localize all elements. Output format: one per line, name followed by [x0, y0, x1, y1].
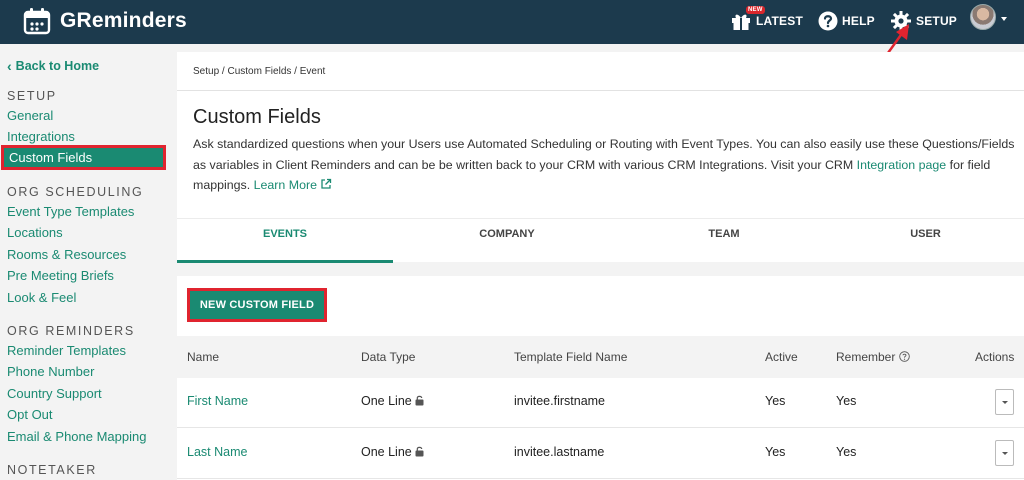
remember-label: Remember [836, 350, 896, 364]
template-field-name: invitee.lastname [514, 445, 605, 459]
breadcrumb: Setup / Custom Fields / Event [193, 66, 326, 77]
field-data-type: One Line [361, 394, 424, 408]
external-link-icon [321, 178, 332, 189]
chevron-down-icon[interactable] [1001, 17, 1007, 21]
lock-icon [415, 446, 424, 457]
active-value: Yes [765, 394, 786, 408]
field-data-type: One Line [361, 445, 424, 459]
learn-more-label: Learn More [253, 178, 317, 192]
question-circle-icon [818, 11, 838, 31]
user-avatar[interactable] [970, 4, 996, 30]
table-header: Name Data Type Template Field Name Activ… [177, 336, 1024, 378]
sidebar-item-look-feel[interactable]: Look & Feel [7, 290, 76, 305]
chevron-left-icon: ‹ [7, 58, 12, 74]
page-title: Custom Fields [193, 106, 321, 128]
latest-nav-item[interactable]: NEW LATEST [730, 6, 803, 36]
sidebar-item-event-type-templates[interactable]: Event Type Templates [7, 204, 134, 219]
tab-team[interactable]: TEAM [621, 219, 827, 263]
data-type-label: One Line [361, 394, 412, 408]
remember-value: Yes [836, 394, 857, 408]
table-row: Last Name One Line invitee.lastname Yes … [177, 429, 1024, 479]
tab-events[interactable]: EVENTS [177, 219, 393, 263]
sidebar-item-country-support[interactable]: Country Support [7, 386, 102, 401]
tab-company[interactable]: COMPANY [393, 219, 621, 263]
custom-fields-header-panel: Setup / Custom Fields / Event Custom Fie… [177, 52, 1024, 263]
app-name: GReminders [60, 9, 187, 32]
sidebar: ‹ Back to Home SETUP General Integration… [0, 44, 177, 480]
sidebar-item-rooms-resources[interactable]: Rooms & Resources [7, 247, 126, 262]
sidebar-item-integrations[interactable]: Integrations [7, 129, 75, 144]
new-badge: NEW [746, 6, 765, 14]
sidebar-item-custom-fields[interactable]: Custom Fields [1, 145, 166, 170]
sidebar-item-pre-meeting-briefs[interactable]: Pre Meeting Briefs [7, 268, 114, 283]
tab-bar: EVENTS COMPANY TEAM USER [177, 218, 1024, 263]
tab-user[interactable]: USER [827, 219, 1024, 263]
app-logo[interactable]: GReminders [22, 6, 187, 36]
sidebar-item-locations[interactable]: Locations [7, 225, 63, 240]
sidebar-item-reminder-templates[interactable]: Reminder Templates [7, 343, 126, 358]
row-actions-dropdown[interactable] [995, 389, 1014, 415]
column-header-name[interactable]: Name [187, 350, 219, 364]
calendar-logo-icon [23, 8, 51, 35]
table-row: First Name One Line invitee.firstname Ye… [177, 378, 1024, 428]
template-field-name: invitee.firstname [514, 394, 606, 408]
sidebar-item-general[interactable]: General [7, 108, 53, 123]
integration-page-link[interactable]: Integration page [857, 158, 947, 172]
latest-label: LATEST [756, 14, 803, 28]
sidebar-item-email-phone-mapping[interactable]: Email & Phone Mapping [7, 429, 146, 444]
gift-icon [732, 14, 750, 30]
field-name-link[interactable]: First Name [187, 394, 248, 408]
back-label: Back to Home [15, 59, 100, 73]
column-header-active[interactable]: Active [765, 350, 798, 364]
column-header-template-field-name[interactable]: Template Field Name [514, 350, 627, 364]
sidebar-heading-org-reminders: ORG REMINDERS [7, 324, 135, 338]
field-name-link[interactable]: Last Name [187, 445, 247, 459]
learn-more-link[interactable]: Learn More [254, 178, 333, 192]
sidebar-heading-org-scheduling: ORG SCHEDULING [7, 185, 144, 199]
row-actions-dropdown[interactable] [995, 440, 1014, 466]
sidebar-item-opt-out[interactable]: Opt Out [7, 407, 53, 422]
data-type-label: One Line [361, 445, 412, 459]
sidebar-heading-setup: SETUP [7, 89, 57, 103]
new-custom-field-button[interactable]: NEW CUSTOM FIELD [187, 288, 327, 322]
setup-label: SETUP [916, 14, 958, 28]
sidebar-item-phone-number[interactable]: Phone Number [7, 364, 94, 379]
sidebar-heading-notetaker: NOTETAKER [7, 463, 97, 477]
question-circle-icon [898, 351, 910, 362]
lock-icon [415, 395, 424, 406]
custom-fields-table-panel: NEW CUSTOM FIELD Name Data Type Template… [177, 276, 1024, 480]
column-header-remember[interactable]: Remember [836, 350, 910, 364]
column-header-data-type[interactable]: Data Type [361, 350, 415, 364]
back-to-home-link[interactable]: ‹ Back to Home [7, 58, 99, 74]
page-description: Ask standardized questions when your Use… [193, 134, 1018, 196]
column-header-actions: Actions [975, 350, 1015, 364]
active-value: Yes [765, 445, 786, 459]
divider [177, 90, 1024, 91]
remember-value: Yes [836, 445, 857, 459]
